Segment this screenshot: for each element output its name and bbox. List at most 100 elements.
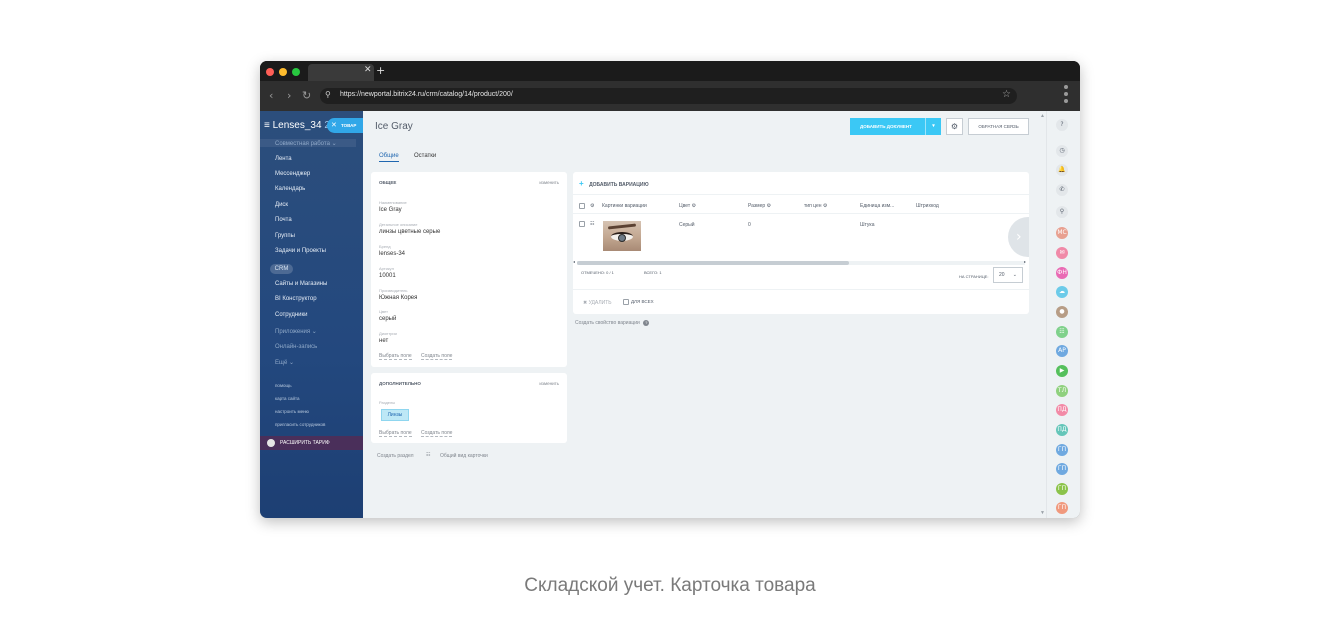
avatar-green[interactable]: ☷	[1056, 326, 1068, 338]
avatar-video[interactable]: ▶	[1056, 365, 1068, 377]
avatar-ap[interactable]: АР	[1056, 345, 1068, 357]
create-variation-property-link[interactable]: Создать свойство вариации ?	[575, 320, 650, 326]
scroll-up-icon[interactable]: ▲	[1040, 113, 1045, 119]
for-all-checkbox[interactable]	[623, 299, 629, 305]
delete-button[interactable]: ✖ УДАЛИТЬ	[583, 300, 612, 306]
scrollbar-thumb[interactable]	[577, 261, 849, 265]
minimize-window-icon[interactable]	[279, 68, 287, 76]
sidebar-link-invite[interactable]: пригласить сотрудников	[275, 422, 325, 427]
sidebar-item-calendar[interactable]: Календарь	[275, 186, 305, 192]
sidebar-item-mail[interactable]: Почта	[275, 217, 292, 223]
portal-logo[interactable]: ≡ Lenses_34 24	[264, 120, 335, 131]
sidebar-item-bi[interactable]: BI Конструктор	[275, 296, 317, 302]
tab-general[interactable]: Общие	[379, 153, 399, 162]
add-variation-button[interactable]: + ДОБАВИТЬ ВАРИАЦИЮ	[579, 179, 649, 188]
general-card-title: ОБЩЕЕ	[379, 180, 397, 185]
avatar-pd[interactable]: ПД	[1056, 404, 1068, 416]
feedback-button[interactable]: ОБРАТНАЯ СВЯЗЬ	[968, 118, 1029, 135]
avatar-fn[interactable]: ФН	[1056, 267, 1068, 279]
avatar-gp1[interactable]: ГП	[1056, 444, 1068, 456]
next-variation-arrow-icon[interactable]: ›	[1008, 217, 1029, 257]
expand-plan-button[interactable]: РАСШИРИТЬ ТАРИФ	[260, 436, 363, 450]
create-field-link[interactable]: Создать поле	[421, 353, 453, 360]
sidebar-item-more[interactable]: Ещё ⌄	[275, 359, 294, 366]
scroll-left-icon[interactable]: ◂	[573, 259, 575, 264]
column-header-barcode[interactable]: Штрихкод	[916, 203, 939, 209]
select-all-checkbox[interactable]	[579, 203, 585, 209]
avatar-pg[interactable]: ПД	[1056, 424, 1068, 436]
sidebar-item-disk[interactable]: Диск	[275, 202, 288, 208]
sidebar-item-crm[interactable]: CRM	[270, 264, 293, 274]
help-icon[interactable]: ?	[643, 320, 650, 326]
help-icon[interactable]: ?	[1056, 119, 1068, 131]
general-view-link[interactable]: Общий вид карточки	[440, 453, 488, 459]
close-slider-icon[interactable]: ✕	[331, 118, 337, 133]
scroll-right-icon[interactable]: ▸	[1024, 259, 1026, 264]
avatar-chat[interactable]: ☁	[1056, 286, 1068, 298]
sidebar-link-help[interactable]: помощь	[275, 383, 292, 388]
settings-gear-button[interactable]: ⚙	[946, 118, 963, 135]
avatar-photo[interactable]: ●	[1056, 306, 1068, 318]
maximize-window-icon[interactable]	[292, 68, 300, 76]
browser-menu-icon[interactable]	[1064, 85, 1068, 106]
avatar-mc[interactable]: МС	[1056, 227, 1068, 239]
tab-close-icon[interactable]: ✕	[364, 65, 372, 75]
sidebar-item-tasks[interactable]: Задачи и Проекты	[275, 248, 326, 254]
extra-choose-field-link[interactable]: Выбрать поле	[379, 430, 412, 437]
back-icon[interactable]: ‹	[269, 89, 273, 102]
row-checkbox[interactable]	[579, 221, 585, 227]
field-value-manufacturer: Южная Корея	[379, 295, 418, 301]
reload-icon[interactable]: ↻	[302, 89, 311, 102]
field-value-brand: lenses-34	[379, 251, 406, 257]
column-header-color[interactable]: Цвет ⚙	[679, 203, 696, 209]
create-section-link[interactable]: Создать раздел	[377, 453, 414, 459]
bookmark-star-icon[interactable]: ☆	[1002, 89, 1011, 100]
sidebar-item-booking[interactable]: Онлайн-запись	[275, 344, 317, 350]
timer-icon[interactable]: ◷	[1056, 145, 1068, 157]
close-window-icon[interactable]	[266, 68, 274, 76]
column-header-unit[interactable]: Единица изм...	[860, 203, 894, 209]
sidebar-item-employees[interactable]: Сотрудники	[275, 312, 308, 318]
forward-icon[interactable]: ›	[287, 89, 291, 102]
chevron-down-icon[interactable]: ▾	[925, 118, 941, 135]
column-header-images[interactable]: Картинки вариации	[602, 203, 647, 209]
horizontal-scrollbar[interactable]	[577, 261, 1025, 265]
column-settings-icon[interactable]: ⚙	[590, 203, 594, 209]
phone-icon[interactable]: ✆	[1056, 184, 1068, 196]
sidebar-item-feed[interactable]: Лента	[275, 156, 292, 162]
sidebar-group-collab[interactable]: Совместная работа ⌄	[275, 140, 337, 147]
hamburger-icon[interactable]: ≡	[264, 120, 270, 131]
add-document-button[interactable]: ДОБАВИТЬ ДОКУМЕНТ ▾	[850, 118, 941, 135]
variation-image[interactable]	[603, 221, 641, 251]
sidebar-link-sitemap[interactable]: карта сайта	[275, 396, 300, 401]
column-header-size[interactable]: Размер ⚙	[748, 203, 771, 209]
extra-create-field-link[interactable]: Создать поле	[421, 430, 453, 437]
general-edit-link[interactable]: изменить	[539, 180, 559, 185]
avatar-gp4[interactable]: ГП	[1056, 502, 1068, 514]
sidebar-item-apps[interactable]: Приложения ⌄	[275, 328, 317, 335]
avatar-pink[interactable]: ✉	[1056, 247, 1068, 259]
per-page-select[interactable]: 20 ⌄	[993, 267, 1023, 283]
sidebar-item-messenger[interactable]: Мессенджер	[275, 171, 310, 177]
new-tab-icon[interactable]: +	[376, 64, 385, 77]
bell-icon[interactable]: 🔔	[1056, 164, 1068, 176]
column-header-price-type[interactable]: тип цен ⚙	[804, 203, 827, 209]
tovar-slider-button[interactable]: ✕ ТОВАР	[327, 118, 363, 133]
sidebar-item-groups[interactable]: Группы	[275, 233, 295, 239]
choose-field-link[interactable]: Выбрать поле	[379, 353, 412, 360]
avatar-gp2[interactable]: ГП	[1056, 463, 1068, 475]
section-chip[interactable]: Линзы	[381, 409, 409, 421]
extra-edit-link[interactable]: изменить	[539, 381, 559, 386]
scroll-down-icon[interactable]: ▼	[1040, 510, 1045, 516]
avatar-tl[interactable]: ТЛ	[1056, 385, 1068, 397]
address-bar[interactable]: ⚲ https://newportal.bitrix24.ru/crm/cata…	[320, 88, 1017, 104]
tab-stock[interactable]: Остатки	[414, 153, 436, 159]
avatar-gp3[interactable]: ГП	[1056, 483, 1068, 495]
cell-color: Серый	[679, 222, 695, 228]
extra-card-title: ДОПОЛНИТЕЛЬНО	[379, 381, 421, 386]
for-all-option[interactable]: ДЛЯ ВСЕХ	[623, 299, 654, 305]
row-actions-icon[interactable]: ☷	[590, 221, 594, 227]
sidebar-link-menu[interactable]: настроить меню	[275, 409, 309, 414]
search-icon[interactable]: ⚲	[1056, 206, 1068, 218]
sidebar-item-sites[interactable]: Сайты и Магазины	[275, 281, 327, 287]
